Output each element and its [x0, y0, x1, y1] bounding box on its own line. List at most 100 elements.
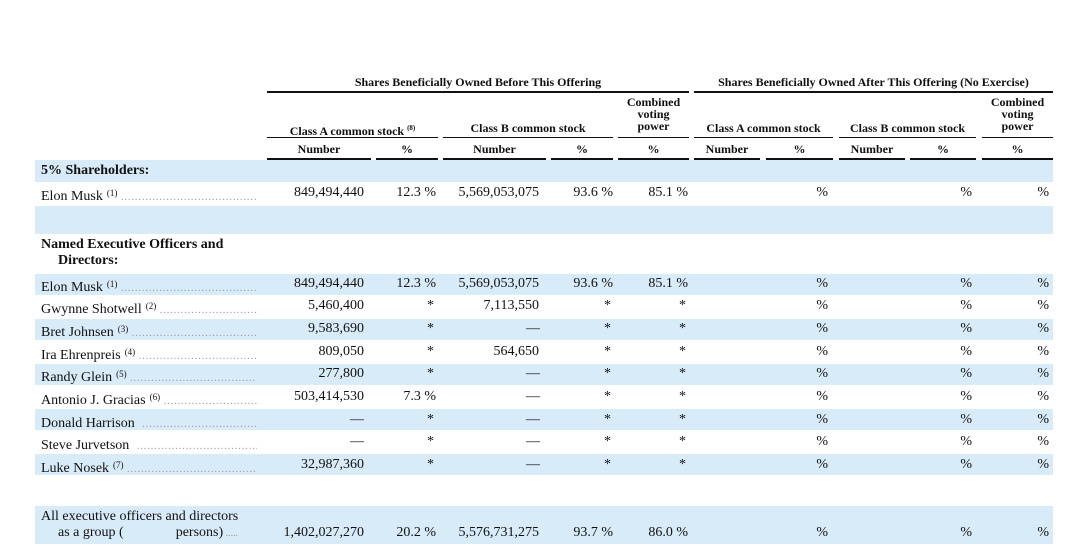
- subheader-number: Number: [473, 142, 516, 156]
- subheader-number: Number: [705, 142, 749, 156]
- header-before-offering: Shares Beneficially Owned Before This Of…: [354, 75, 602, 89]
- after-class-b-percent: %: [960, 412, 972, 427]
- class-b-number: —: [526, 366, 540, 381]
- after-class-b-percent: %: [960, 276, 972, 291]
- leader-dots: ........................................…: [120, 192, 257, 203]
- footnote-marker: (3): [117, 324, 129, 334]
- after-class-b-percent: %: [960, 344, 972, 359]
- header-combined-before-rule: [618, 137, 689, 138]
- after-class-b-percent: %: [960, 298, 972, 313]
- leader-dots: ........................................…: [130, 373, 257, 384]
- leader-dots: ........................................…: [159, 305, 257, 316]
- subheader-number: Number: [297, 142, 341, 156]
- class-a-number: —: [350, 412, 364, 427]
- total-class-a-percent: 20.2 %: [396, 525, 436, 540]
- row-name-text: Bret Johnsen: [41, 325, 114, 340]
- class-b-percent: *: [604, 434, 611, 449]
- class-b-percent: *: [604, 389, 611, 404]
- class-b-number: —: [526, 412, 540, 427]
- footnote-marker: (7): [113, 460, 124, 470]
- row-name: Ira Ehrenpreis (4) ......................…: [41, 343, 257, 366]
- footnote-marker: (2): [145, 301, 157, 311]
- total-voting-power: 86.0 %: [648, 525, 688, 540]
- class-a-number: 9,583,690: [308, 321, 364, 336]
- total-label: All executive officers and directors as …: [41, 509, 239, 540]
- after-class-a-percent: %: [816, 276, 828, 291]
- row-name: Donald Harrison ........................…: [41, 411, 257, 434]
- header-class-b-after-rule: [839, 137, 976, 138]
- after-class-a-percent: %: [816, 366, 828, 381]
- footnote-marker: (6): [149, 392, 161, 402]
- header-combined-after-rule: [982, 137, 1053, 138]
- voting-power: *: [679, 457, 686, 472]
- row-band: [35, 160, 1053, 182]
- subheader-percent: %: [647, 142, 660, 156]
- after-voting-power: %: [1037, 366, 1049, 381]
- row-name-text: Elon Musk: [41, 280, 103, 295]
- class-a-percent: 12.3 %: [396, 185, 436, 200]
- voting-power: 85.1 %: [648, 185, 688, 200]
- row-name-text: Elon Musk: [41, 189, 103, 204]
- header-class-b-after: Class B common stock: [849, 121, 965, 135]
- after-class-b-percent: %: [960, 434, 972, 449]
- class-a-number: 503,414,530: [294, 389, 364, 404]
- footnote-marker: (1): [106, 188, 118, 198]
- row-name-text: Luke Nosek: [41, 461, 110, 476]
- row-name-text: Randy Glein: [41, 370, 113, 385]
- class-a-percent: 7.3 %: [403, 389, 436, 404]
- class-b-number: —: [526, 321, 540, 336]
- voting-power: *: [679, 366, 686, 381]
- class-a-number: 809,050: [318, 344, 365, 359]
- class-b-percent: *: [604, 457, 611, 472]
- header-combined-voting-after: Combined voting power: [990, 95, 1045, 133]
- leader-dots: ........................................…: [120, 283, 257, 294]
- row-name: Gwynne Shotwell (2) .....................…: [41, 297, 257, 320]
- row-name: Luke Nosek (7) ..........................…: [41, 456, 257, 479]
- class-b-percent: *: [604, 321, 611, 336]
- row-name-text: Steve Jurvetson: [41, 438, 130, 453]
- after-class-b-percent: %: [960, 321, 972, 336]
- voting-power: *: [679, 434, 686, 449]
- row-name: Elon Musk (1) ...........................…: [41, 184, 257, 207]
- row-name-text: Antonio J. Gracias: [41, 393, 146, 408]
- after-class-a-percent: %: [816, 412, 828, 427]
- voting-power: *: [679, 321, 686, 336]
- total-class-a-number: 1,402,027,270: [283, 525, 365, 540]
- after-class-a-percent: %: [816, 321, 828, 336]
- class-a-number: 849,494,440: [294, 276, 364, 291]
- header-class-a-after-rule: [694, 137, 833, 138]
- row-name: Steve Jurvetson ........................…: [41, 433, 257, 456]
- after-voting-power: %: [1037, 321, 1049, 336]
- header-class-b-before: Class B common stock: [470, 121, 586, 135]
- after-voting-power: %: [1037, 185, 1049, 200]
- voting-power: *: [679, 298, 686, 313]
- class-b-number: 7,113,550: [483, 298, 539, 313]
- row-name: Bret Johnsen (3) ........................…: [41, 320, 257, 343]
- class-b-number: 5,569,053,075: [458, 185, 540, 200]
- footnote-marker: (5): [116, 369, 127, 379]
- header-combined-voting-before: Combined voting power: [626, 95, 681, 133]
- row-name-text: Donald Harrison: [41, 416, 135, 431]
- class-a-number: —: [350, 434, 364, 449]
- after-class-a-percent: %: [816, 389, 828, 404]
- class-b-percent: *: [604, 366, 611, 381]
- after-voting-power: %: [1037, 457, 1049, 472]
- voting-power: *: [679, 412, 686, 427]
- total-class-b-number: 5,576,731,275: [458, 525, 540, 540]
- footnote-marker: (1): [106, 279, 118, 289]
- class-b-number: —: [526, 457, 540, 472]
- header-after-offering: Shares Beneficially Owned After This Off…: [718, 75, 1029, 89]
- class-b-number: 564,650: [493, 344, 540, 359]
- subheader-percent: %: [1011, 142, 1024, 156]
- row-band: [35, 206, 1053, 234]
- leader-dots: ........................................…: [136, 441, 257, 452]
- header-before-rule: [267, 91, 689, 93]
- row-name-text: Ira Ehrenpreis: [41, 348, 121, 363]
- footnote-marker: (4): [124, 347, 136, 357]
- class-a-number: 849,494,440: [294, 185, 364, 200]
- row-name: Elon Musk (1) ...........................…: [41, 275, 257, 298]
- after-class-a-percent: %: [816, 344, 828, 359]
- after-voting-power: %: [1037, 389, 1049, 404]
- after-voting-power: %: [1037, 344, 1049, 359]
- class-a-number: 277,800: [318, 366, 365, 381]
